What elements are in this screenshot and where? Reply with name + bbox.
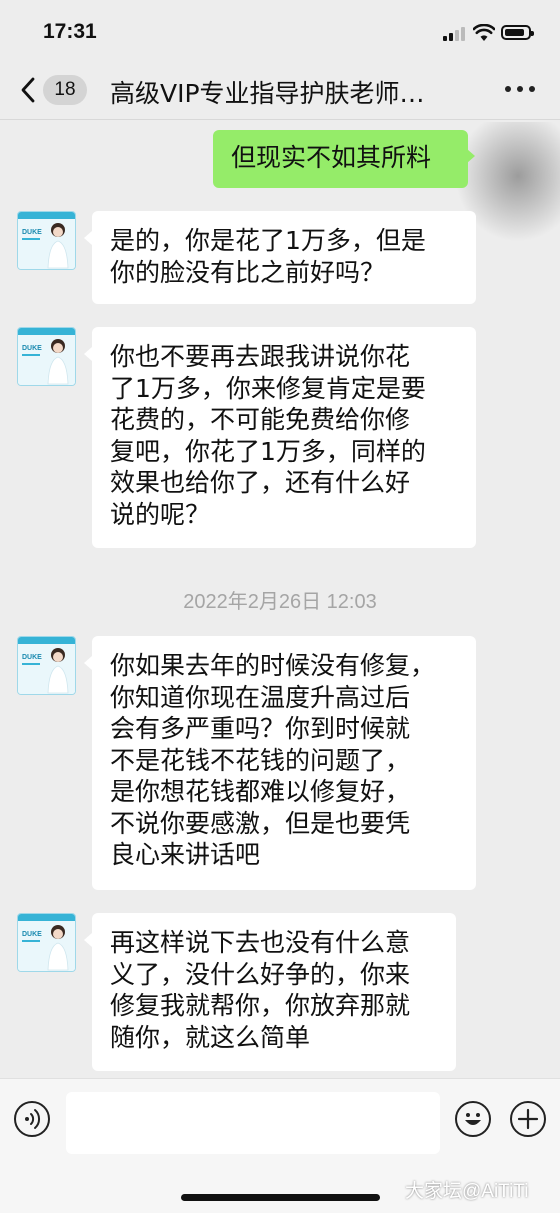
avatar-image: DUKE — [18, 212, 75, 269]
avatar[interactable]: DUKE — [17, 913, 76, 972]
svg-text:DUKE: DUKE — [22, 931, 42, 938]
chat-title: 高级VIP专业指导护肤老师… — [110, 79, 425, 108]
message-bubble-incoming[interactable]: 再这样说下去也没有什么意 义了，没什么好争的，你来 修复我就帮你，你放弃那就 随… — [92, 913, 456, 1071]
battery-icon — [501, 25, 534, 40]
voice-wave-icon — [25, 1109, 41, 1129]
avatar[interactable]: DUKE — [17, 211, 76, 270]
back-chevron-icon[interactable] — [18, 76, 38, 104]
status-bar: 17:31 — [0, 0, 560, 64]
smiley-face-icon — [465, 1113, 481, 1125]
bubble-tail — [84, 656, 92, 670]
message-bubble-incoming[interactable]: 你如果去年的时候没有修复， 你知道你现在温度升高过后 会有多严重吗？你到时候就 … — [92, 636, 476, 890]
message-input[interactable] — [66, 1092, 440, 1154]
emoji-icon[interactable] — [455, 1101, 491, 1137]
svg-text:DUKE: DUKE — [22, 345, 42, 352]
avatar-image: DUKE — [18, 637, 75, 694]
bubble-tail — [84, 231, 92, 245]
plus-icon — [517, 1108, 539, 1130]
message-bubble-incoming[interactable]: 你也不要再去跟我讲说你花 了1万多，你来修复肯定是要 花费的，不可能免费给你修 … — [92, 327, 476, 548]
avatar-image: DUKE — [18, 328, 75, 385]
plus-more-icon[interactable] — [510, 1101, 546, 1137]
unread-count-badge[interactable]: 18 — [43, 75, 87, 105]
status-time: 17:31 — [43, 20, 97, 43]
bubble-tail — [467, 149, 475, 163]
signal-icon — [443, 25, 465, 41]
wifi-icon — [473, 24, 495, 41]
avatar[interactable]: DUKE — [17, 327, 76, 386]
svg-text:DUKE: DUKE — [22, 654, 42, 661]
message-timestamp: 2022年2月26日 12:03 — [183, 591, 377, 613]
avatar[interactable]: DUKE — [17, 636, 76, 695]
bubble-tail — [84, 347, 92, 361]
watermark-text: 大家坛@AiTiTi — [405, 1181, 529, 1202]
home-indicator[interactable] — [181, 1194, 380, 1201]
message-bubble-incoming[interactable]: 是的，你是花了1万多，但是 你的脸没有比之前好吗？ — [92, 211, 476, 304]
svg-text:DUKE: DUKE — [22, 229, 42, 236]
bubble-tail — [84, 933, 92, 947]
avatar-image: DUKE — [18, 914, 75, 971]
more-options-icon[interactable] — [503, 84, 537, 94]
chat-header: 18 高级VIP专业指导护肤老师… — [0, 64, 560, 120]
message-bubble-outgoing[interactable]: 但现实不如其所料 — [213, 130, 468, 188]
message-list[interactable]: 但现实不如其所料 DUKE 是的，你是花了1万多，但是 你的脸没有比之前好吗？ … — [0, 120, 560, 1078]
voice-input-icon[interactable] — [14, 1101, 50, 1137]
